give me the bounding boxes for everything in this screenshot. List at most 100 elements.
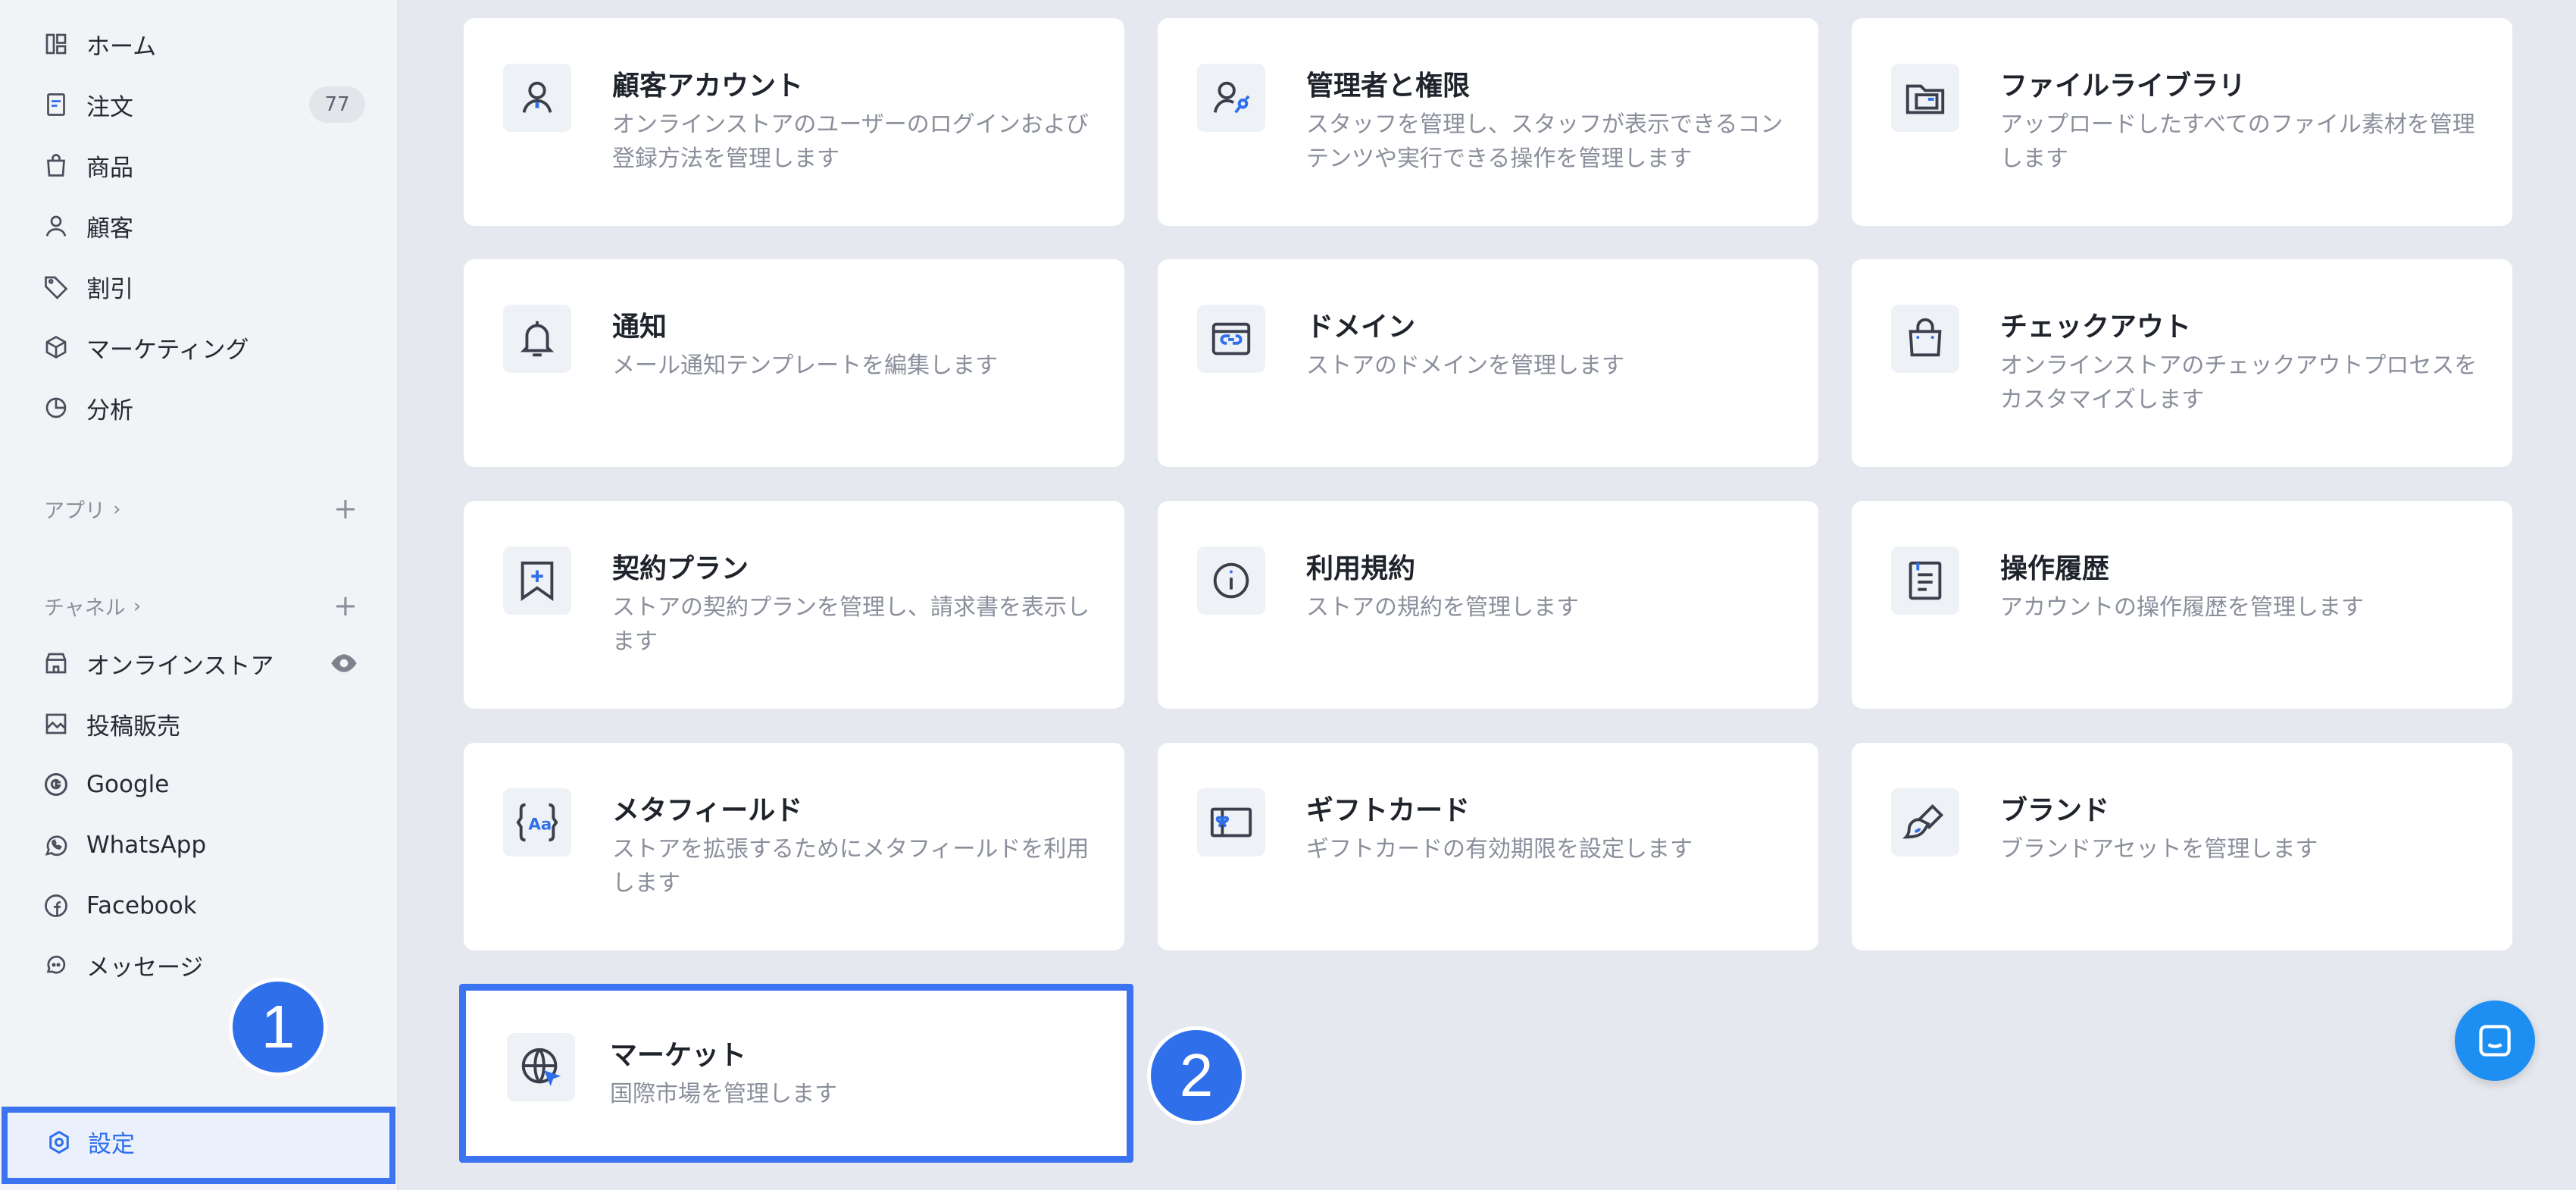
card-gift-card[interactable]: ギフトカード ギフトカードの有効期限を設定します	[1158, 743, 1818, 950]
sidebar-item-label: マーケティング	[86, 336, 249, 364]
sidebar-item-facebook[interactable]: Facebook	[41, 883, 197, 929]
products-icon	[41, 150, 71, 180]
sidebar-item-home[interactable]: ホーム	[41, 21, 156, 67]
sidebar-item-label: 顧客	[86, 215, 133, 243]
card-notifications[interactable]: 通知 メール通知テンプレートを編集します	[464, 259, 1124, 467]
sidebar-item-label: Google	[86, 771, 170, 798]
card-title: 管理者と権限	[1306, 70, 1471, 102]
card-title: 操作履歴	[2000, 553, 2110, 584]
card-description: アカウントの操作履歴を管理します	[2000, 594, 2364, 621]
metafield-icon: Aa	[503, 788, 571, 856]
sidebar-item-label: 注文	[86, 93, 133, 121]
settings-gear-icon	[49, 1130, 69, 1154]
card-description: オンラインストアのチェックアウトプロセスをカスタマイズします	[2000, 352, 2478, 413]
brand-brush-icon	[1891, 788, 1959, 856]
sidebar-item-label: 商品	[86, 154, 133, 182]
card-title: マーケット	[610, 1040, 747, 1071]
plan-bookmark-icon	[503, 546, 571, 615]
admin-permissions-icon	[1197, 64, 1265, 132]
online-store-icon	[41, 648, 71, 678]
add-app-icon[interactable]: +	[333, 494, 358, 523]
sidebar-item-message[interactable]: メッセージ	[41, 942, 203, 988]
svg-text:Aa: Aa	[528, 816, 552, 835]
card-description: 国際市場を管理します	[610, 1081, 837, 1107]
card-file-library[interactable]: ファイルライブラリ アップロードしたすべてのファイル素材を管理します	[1852, 18, 2512, 226]
card-plan[interactable]: 契約プラン ストアの契約プランを管理し、請求書を表示します	[464, 501, 1124, 709]
card-checkout[interactable]: チェックアウト オンラインストアのチェックアウトプロセスをカスタマイズします	[1852, 259, 2512, 467]
analytics-icon	[41, 393, 71, 423]
card-description: メール通知テンプレートを編集します	[612, 352, 999, 379]
card-description: アップロードしたすべてのファイル素材を管理します	[2000, 111, 2475, 172]
sidebar-item-discount[interactable]: 割引	[41, 264, 133, 309]
sidebar-item-label: Facebook	[86, 892, 197, 919]
sidebar-item-online-store[interactable]: オンラインストア	[41, 640, 274, 686]
sidebar-item-customers[interactable]: 顧客	[41, 203, 133, 249]
eye-icon[interactable]	[329, 648, 359, 678]
card-metafield[interactable]: Aa メタフィールド ストアを拡張するためにメタフィールドを利用します	[464, 743, 1124, 950]
home-icon	[41, 29, 71, 59]
card-title: 利用規約	[1306, 553, 1416, 584]
card-title: 契約プラン	[612, 553, 749, 584]
channels-section-label: チャネル	[44, 597, 126, 620]
add-channel-icon[interactable]: +	[333, 591, 358, 620]
card-title: ギフトカード	[1306, 795, 1471, 826]
card-title: 通知	[612, 312, 667, 343]
apps-section-label: アプリ	[44, 499, 105, 523]
card-title: メタフィールド	[612, 795, 803, 826]
sidebar-item-analytics[interactable]: 分析	[41, 385, 133, 431]
customers-icon	[41, 211, 71, 241]
card-brand[interactable]: ブランド ブランドアセットを管理します	[1852, 743, 2512, 950]
card-description: スタッフを管理し、スタッフが表示できるコンテンツや実行できる操作を管理します	[1306, 111, 1784, 172]
chat-support-button[interactable]	[2455, 1001, 2535, 1081]
card-title: チェックアウト	[2000, 312, 2192, 343]
file-library-icon	[1891, 64, 1959, 132]
sidebar-item-label: 投稿販売	[86, 712, 180, 741]
step-marker-1: 1	[229, 978, 327, 1076]
sidebar-item-label: WhatsApp	[86, 831, 207, 859]
bell-icon	[503, 305, 571, 373]
sidebar-item-google[interactable]: Google	[41, 762, 169, 807]
gift-card-icon	[1197, 788, 1265, 856]
card-history[interactable]: 操作履歴 アカウントの操作履歴を管理します	[1852, 501, 2512, 709]
card-admin-permissions[interactable]: 管理者と権限 スタッフを管理し、スタッフが表示できるコンテンツや実行できる操作を…	[1158, 18, 1818, 226]
sidebar-item-settings[interactable]: 設定	[45, 1125, 135, 1159]
sidebar-item-label: 設定	[88, 1131, 135, 1158]
chevron-right-icon: ›	[113, 497, 121, 521]
facebook-icon	[41, 891, 71, 921]
sidebar-item-orders[interactable]: 注文	[41, 82, 133, 127]
settings-highlight: 設定	[2, 1107, 395, 1184]
discount-icon	[41, 271, 71, 302]
sidebar-item-label: ホーム	[86, 33, 157, 61]
card-title: ファイルライブラリ	[2000, 70, 2246, 102]
sidebar: ホーム 注文 77 商品 顧客 割引 マーケティング 分析 アプリ › + チャ…	[0, 0, 399, 1190]
sidebar-item-label: 割引	[86, 275, 133, 303]
globe-cursor-icon	[507, 1033, 575, 1101]
post-sales-icon	[41, 709, 71, 739]
marketing-icon	[41, 332, 71, 362]
info-icon	[1197, 546, 1265, 615]
chat-icon	[2479, 1025, 2511, 1057]
card-description: ストアの規約を管理します	[1306, 594, 1579, 621]
card-description: ギフトカードの有効期限を設定します	[1306, 836, 1693, 863]
sidebar-item-label: オンラインストア	[86, 652, 274, 680]
orders-icon	[41, 89, 71, 120]
card-market[interactable]: マーケット 国際市場を管理します	[459, 984, 1133, 1163]
channels-section-toggle[interactable]: チャネル ›	[44, 591, 141, 621]
card-description: ブランドアセットを管理します	[2000, 836, 2318, 863]
customer-account-icon	[503, 64, 571, 132]
apps-section-toggle[interactable]: アプリ ›	[44, 494, 120, 524]
card-title: ドメイン	[1306, 312, 1416, 343]
card-title: 顧客アカウント	[612, 70, 804, 102]
sidebar-item-label: 分析	[86, 396, 133, 424]
card-domain[interactable]: ドメイン ストアのドメインを管理します	[1158, 259, 1818, 467]
card-customer-account[interactable]: 顧客アカウント オンラインストアのユーザーのログインおよび登録方法を管理します	[464, 18, 1124, 226]
sidebar-item-products[interactable]: 商品	[41, 142, 133, 188]
card-terms[interactable]: 利用規約 ストアの規約を管理します	[1158, 501, 1818, 709]
card-description: ストアのドメインを管理します	[1306, 352, 1624, 379]
sidebar-item-whatsapp[interactable]: WhatsApp	[41, 822, 206, 868]
card-title: ブランド	[2000, 795, 2110, 826]
card-description: ストアの契約プランを管理し、請求書を表示します	[612, 594, 1089, 655]
sidebar-item-post-sales[interactable]: 投稿販売	[41, 701, 180, 747]
card-description: ストアを拡張するためにメタフィールドを利用します	[612, 836, 1089, 897]
sidebar-item-marketing[interactable]: マーケティング	[41, 324, 249, 370]
